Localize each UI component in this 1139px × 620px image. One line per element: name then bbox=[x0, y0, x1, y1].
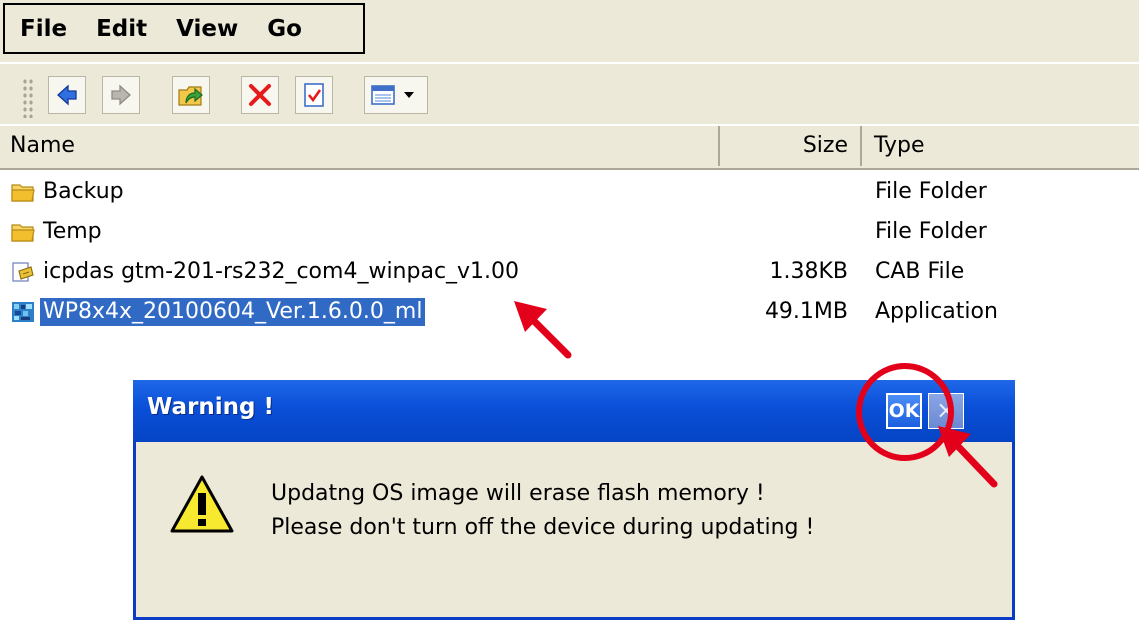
toolbar-grip[interactable] bbox=[22, 78, 34, 118]
file-name: WP8x4x_20100604_Ver.1.6.0.0_ml bbox=[40, 298, 426, 326]
warning-icon bbox=[170, 475, 234, 533]
up-folder-icon bbox=[178, 86, 203, 106]
dialog-message-line1: Updatng OS image will erase flash memory… bbox=[271, 481, 765, 506]
menu-go[interactable]: Go bbox=[267, 16, 302, 42]
list-item[interactable]: icpdas gtm-201-rs232_com4_winpac_v1.00 1… bbox=[0, 252, 1139, 292]
file-name: icpdas gtm-201-rs232_com4_winpac_v1.00 bbox=[43, 259, 520, 284]
view-menu-icon bbox=[371, 85, 395, 105]
column-header-type[interactable]: Type bbox=[862, 126, 1139, 166]
properties-icon bbox=[304, 83, 324, 107]
close-button[interactable]: × bbox=[928, 393, 964, 429]
file-size: 49.1MB bbox=[764, 299, 848, 324]
menu-edit[interactable]: Edit bbox=[96, 16, 147, 42]
dialog-titlebar[interactable]: Warning ! OK × bbox=[133, 380, 1015, 442]
forward-button[interactable] bbox=[102, 76, 140, 114]
warning-dialog: Warning ! OK × Updatng OS image will era… bbox=[133, 380, 1015, 620]
forward-arrow-icon bbox=[111, 84, 131, 106]
menu-bar: File Edit View Go bbox=[0, 0, 1139, 62]
file-type: Application bbox=[875, 299, 998, 324]
menu-bar-outline: File Edit View Go bbox=[3, 3, 365, 54]
back-arrow-icon bbox=[57, 84, 77, 106]
list-header: Name Size Type bbox=[0, 126, 1139, 170]
column-header-name[interactable]: Name bbox=[0, 126, 720, 166]
ok-button[interactable]: OK bbox=[886, 393, 922, 429]
cab-file-icon bbox=[12, 262, 34, 282]
column-header-size[interactable]: Size bbox=[720, 126, 862, 166]
back-button[interactable] bbox=[48, 76, 86, 114]
list-item-selected[interactable]: WP8x4x_20100604_Ver.1.6.0.0_ml 49.1MB Ap… bbox=[0, 292, 1139, 332]
delete-icon bbox=[249, 84, 271, 106]
folder-icon bbox=[11, 184, 35, 202]
dialog-title: Warning ! bbox=[147, 394, 275, 420]
dialog-message-line2: Please don't turn off the device during … bbox=[271, 515, 815, 540]
folder-icon bbox=[11, 224, 35, 242]
chevron-down-icon bbox=[404, 92, 414, 98]
menu-view[interactable]: View bbox=[176, 16, 238, 42]
application-icon bbox=[12, 302, 34, 322]
up-folder-button[interactable] bbox=[172, 76, 210, 114]
view-menu-button[interactable] bbox=[364, 76, 428, 114]
file-type: File Folder bbox=[875, 219, 987, 244]
file-type: CAB File bbox=[875, 259, 965, 284]
toolbar bbox=[0, 63, 1139, 124]
list-item[interactable]: Backup File Folder bbox=[0, 172, 1139, 212]
dialog-message: Updatng OS image will erase flash memory… bbox=[271, 477, 814, 545]
menu-file[interactable]: File bbox=[20, 16, 67, 42]
file-name: Temp bbox=[43, 219, 102, 244]
list-item[interactable]: Temp File Folder bbox=[0, 212, 1139, 252]
delete-button[interactable] bbox=[241, 76, 279, 114]
file-size: 1.38KB bbox=[769, 259, 848, 284]
file-name: Backup bbox=[43, 179, 124, 204]
file-type: File Folder bbox=[875, 179, 987, 204]
properties-button[interactable] bbox=[295, 76, 333, 114]
